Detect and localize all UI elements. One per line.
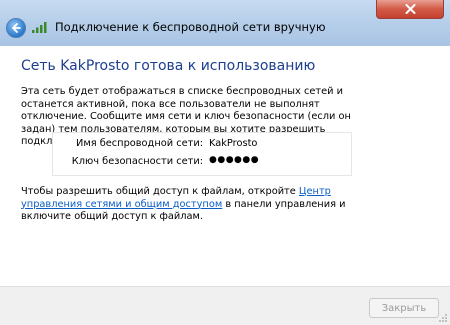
network-name-value: KakProsto: [209, 138, 258, 149]
page-title: Сеть KakProsto готова к использованию: [21, 58, 316, 74]
back-arrow-icon: [12, 23, 21, 33]
dialog-window: Подключение к беспроводной сети вручную …: [0, 0, 450, 325]
security-key-value: ●●●●●●: [209, 155, 260, 165]
window-close-button[interactable]: [376, 0, 444, 19]
close-icon: [405, 4, 415, 14]
security-key-label: Ключ безопасности сети:: [71, 156, 203, 167]
content-panel: Сеть KakProsto готова к использованию Эт…: [8, 46, 443, 286]
footer-bar: Закрыть: [0, 286, 450, 325]
back-button[interactable]: [6, 18, 26, 38]
title-bar: Подключение к беспроводной сети вручную: [0, 0, 450, 46]
network-info-box: Имя беспроводной сети: KakProsto Ключ бе…: [52, 132, 352, 176]
share-text-before: Чтобы разрешить общий доступ к файлам, о…: [21, 186, 299, 197]
window-title: Подключение к беспроводной сети вручную: [55, 20, 326, 34]
close-button[interactable]: Закрыть: [369, 298, 439, 318]
wifi-signal-icon: [32, 22, 47, 33]
file-sharing-text: Чтобы разрешить общий доступ к файлам, о…: [21, 186, 366, 224]
resize-grip-icon[interactable]: [438, 313, 448, 323]
network-name-label: Имя беспроводной сети:: [75, 138, 203, 149]
